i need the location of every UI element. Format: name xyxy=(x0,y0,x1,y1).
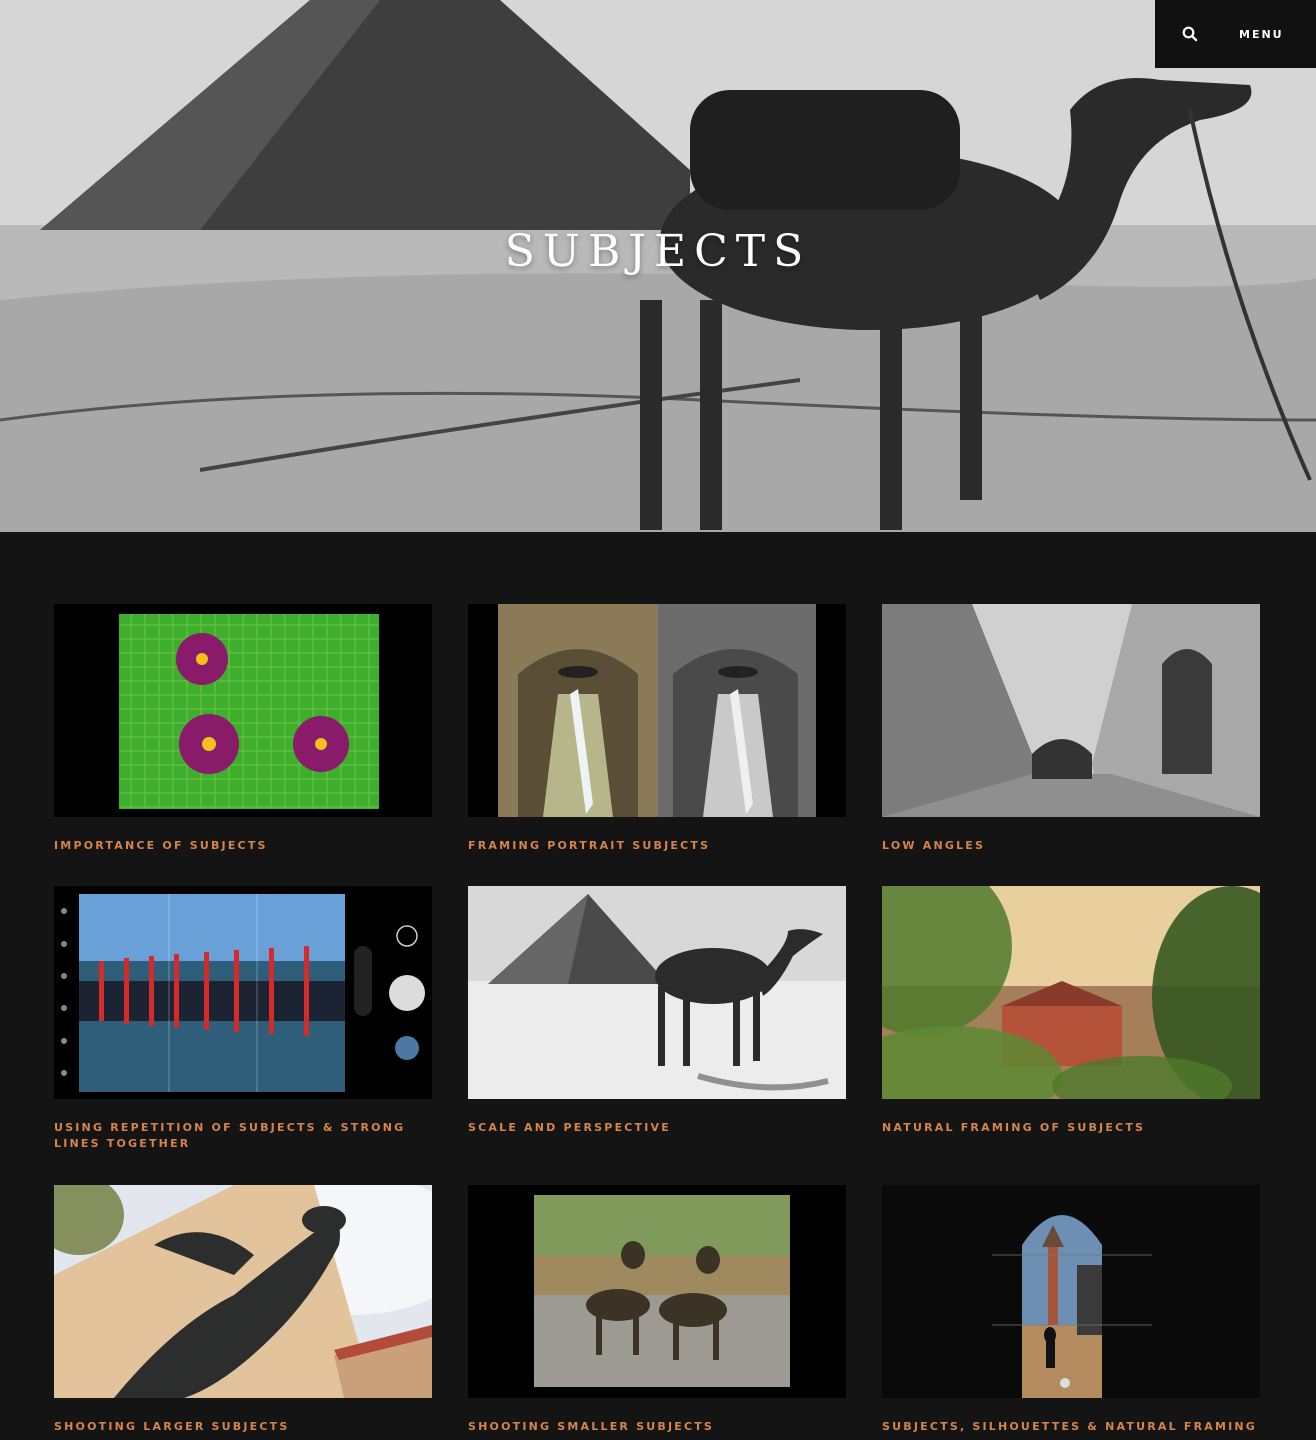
card-thumbnail[interactable] xyxy=(54,604,432,817)
card-framing-portrait-subjects[interactable]: FRAMING PORTRAIT SUBJECTS xyxy=(468,604,846,854)
card-title[interactable]: SHOOTING LARGER SUBJECTS xyxy=(54,1419,432,1435)
card-importance-of-subjects[interactable]: IMPORTANCE OF SUBJECTS xyxy=(54,604,432,854)
card-using-repetition[interactable]: USING REPETITION OF SUBJECTS & STRONG LI… xyxy=(54,886,432,1152)
card-thumbnail[interactable] xyxy=(468,886,846,1099)
card-shooting-smaller-subjects[interactable]: SHOOTING SMALLER SUBJECTS xyxy=(468,1185,846,1435)
card-title[interactable]: NATURAL FRAMING OF SUBJECTS xyxy=(882,1120,1260,1136)
header-controls: MENU xyxy=(1155,0,1316,68)
hero-banner: SUBJECTS xyxy=(0,0,1316,532)
card-title[interactable]: SUBJECTS, SILHOUETTES & NATURAL FRAMING xyxy=(882,1419,1260,1435)
card-thumbnail[interactable] xyxy=(54,886,432,1099)
card-thumbnail[interactable] xyxy=(882,604,1260,817)
menu-button[interactable]: MENU xyxy=(1225,28,1284,41)
card-thumbnail[interactable] xyxy=(882,1185,1260,1398)
card-title[interactable]: USING REPETITION OF SUBJECTS & STRONG LI… xyxy=(54,1120,432,1152)
card-thumbnail[interactable] xyxy=(468,604,846,817)
card-thumbnail[interactable] xyxy=(468,1185,846,1398)
card-title[interactable]: SHOOTING SMALLER SUBJECTS xyxy=(468,1419,846,1435)
card-thumbnail[interactable] xyxy=(54,1185,432,1398)
card-thumbnail[interactable] xyxy=(882,886,1260,1099)
search-button[interactable] xyxy=(1155,0,1225,68)
search-icon xyxy=(1182,26,1198,42)
page-title: SUBJECTS xyxy=(504,226,812,277)
card-title[interactable]: LOW ANGLES xyxy=(882,838,1260,854)
card-shooting-larger-subjects[interactable]: SHOOTING LARGER SUBJECTS xyxy=(54,1185,432,1435)
card-title[interactable]: IMPORTANCE OF SUBJECTS xyxy=(54,838,432,854)
card-low-angles[interactable]: LOW ANGLES xyxy=(882,604,1260,854)
card-subjects-silhouettes[interactable]: SUBJECTS, SILHOUETTES & NATURAL FRAMING xyxy=(882,1185,1260,1435)
card-title[interactable]: SCALE AND PERSPECTIVE xyxy=(468,1120,846,1136)
card-title[interactable]: FRAMING PORTRAIT SUBJECTS xyxy=(468,838,846,854)
card-scale-and-perspective[interactable]: SCALE AND PERSPECTIVE xyxy=(468,886,846,1136)
card-natural-framing[interactable]: NATURAL FRAMING OF SUBJECTS xyxy=(882,886,1260,1136)
